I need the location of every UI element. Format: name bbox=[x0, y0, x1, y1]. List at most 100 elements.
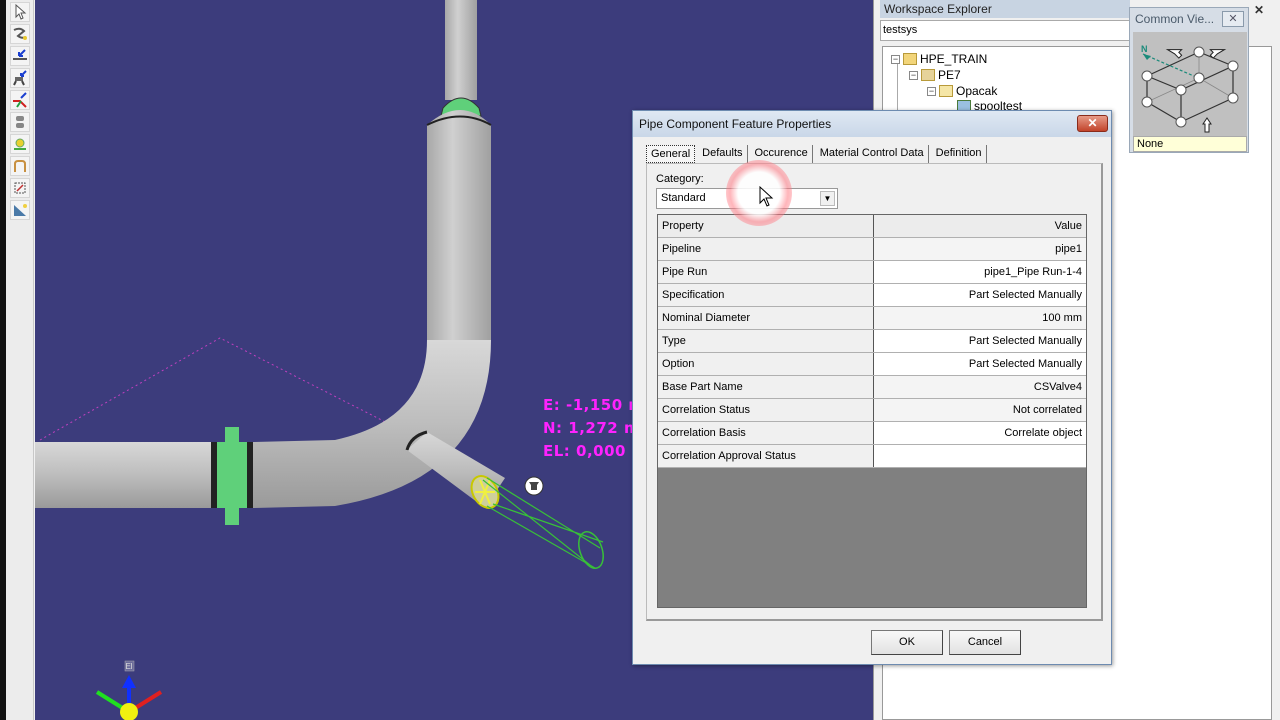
tree-item-label: HPE_TRAIN bbox=[920, 52, 988, 66]
system-icon bbox=[921, 69, 935, 81]
dialog-tabs: General Defaults Occurence Material Cont… bbox=[646, 145, 990, 163]
category-select[interactable]: Standard ▼ bbox=[656, 188, 838, 209]
column-header-property[interactable]: Property bbox=[658, 215, 874, 237]
vertical-toolbar bbox=[6, 0, 34, 720]
insert-instrument-icon bbox=[14, 138, 26, 150]
spool-icon bbox=[14, 160, 26, 172]
route-pipe-tool-button[interactable] bbox=[10, 24, 30, 44]
category-value: Standard bbox=[661, 192, 706, 204]
insert-branch-tool-button[interactable] bbox=[10, 90, 30, 110]
table-row[interactable]: Correlation Approval Status bbox=[658, 445, 1086, 468]
property-value[interactable]: Part Selected Manually bbox=[874, 353, 1086, 375]
property-value[interactable]: Part Selected Manually bbox=[874, 330, 1086, 352]
table-row[interactable]: Nominal Diameter 100 mm bbox=[658, 307, 1086, 330]
folder-icon bbox=[903, 53, 917, 65]
ok-button[interactable]: OK bbox=[871, 630, 943, 655]
slope-icon bbox=[14, 204, 27, 216]
tab-occurence[interactable]: Occurence bbox=[751, 145, 813, 163]
folder-icon bbox=[939, 85, 953, 97]
insert-support-tool-button[interactable] bbox=[10, 112, 30, 132]
axis-label: El bbox=[125, 662, 132, 671]
table-row[interactable]: Pipeline pipe1 bbox=[658, 238, 1086, 261]
tree-item-hpe-train[interactable]: − HPE_TRAIN bbox=[891, 52, 987, 66]
common-views-close-button[interactable]: ✕ bbox=[1222, 11, 1244, 27]
common-views-status: None bbox=[1133, 136, 1247, 152]
coord-easting: E: -1,150 m bbox=[543, 396, 645, 414]
property-name: Correlation Basis bbox=[658, 422, 874, 444]
property-value[interactable] bbox=[874, 445, 1086, 467]
common-views-title: Common Vie... bbox=[1135, 12, 1215, 26]
insert-support-icon bbox=[16, 116, 24, 128]
collapse-toggle-icon[interactable]: − bbox=[927, 86, 936, 96]
component-preview-cone bbox=[482, 477, 604, 569]
property-name: Type bbox=[658, 330, 874, 352]
view-cube[interactable]: N bbox=[1133, 32, 1247, 138]
split-tool-button[interactable] bbox=[10, 178, 30, 198]
slope-tool-button[interactable] bbox=[10, 200, 30, 220]
dialog-titlebar[interactable]: Pipe Component Feature Properties ✕ bbox=[633, 111, 1111, 137]
tree-item-pe7[interactable]: − PE7 bbox=[909, 68, 961, 82]
table-row[interactable]: Option Part Selected Manually bbox=[658, 353, 1086, 376]
insert-instrument-tool-button[interactable] bbox=[10, 134, 30, 154]
insert-component-tool-button[interactable] bbox=[10, 46, 30, 66]
tab-general[interactable]: General bbox=[646, 145, 696, 163]
chevron-down-icon[interactable]: ▼ bbox=[820, 191, 835, 206]
select-tool-button[interactable] bbox=[10, 2, 30, 22]
category-label: Category: bbox=[656, 173, 704, 185]
cancel-button[interactable]: Cancel bbox=[949, 630, 1021, 655]
common-views-panel: Common Vie... ✕ N None bbox=[1129, 7, 1249, 153]
workspace-explorer-title: Workspace Explorer bbox=[880, 0, 1130, 18]
dialog-close-button[interactable]: ✕ bbox=[1077, 115, 1108, 132]
collapse-toggle-icon[interactable]: − bbox=[891, 54, 900, 64]
pipe-component-properties-dialog: Pipe Component Feature Properties ✕ Gene… bbox=[632, 110, 1112, 665]
table-row[interactable]: Correlation Basis Correlate object bbox=[658, 422, 1086, 445]
tab-material-control-data[interactable]: Material Control Data bbox=[816, 145, 929, 163]
insert-component-icon bbox=[13, 49, 27, 60]
table-row[interactable]: Type Part Selected Manually bbox=[658, 330, 1086, 353]
column-header-value[interactable]: Value bbox=[874, 215, 1086, 237]
property-value[interactable]: Part Selected Manually bbox=[874, 284, 1086, 306]
pipe-vertical bbox=[427, 110, 491, 340]
property-value[interactable]: Correlate object bbox=[874, 422, 1086, 444]
insert-branch-icon bbox=[13, 92, 27, 108]
view-cube-icon: N bbox=[1141, 44, 1239, 133]
property-value[interactable]: CSValve4 bbox=[874, 376, 1086, 398]
property-value[interactable]: pipe1 bbox=[874, 238, 1086, 260]
table-header-row: Property Value bbox=[658, 215, 1086, 238]
table-row[interactable]: Pipe Run pipe1_Pipe Run-1-4 bbox=[658, 261, 1086, 284]
tree-item-label: PE7 bbox=[938, 68, 961, 82]
route-pipe-icon bbox=[13, 27, 27, 40]
arrow-pointer-icon bbox=[15, 4, 27, 20]
table-row[interactable]: Base Part Name CSValve4 bbox=[658, 376, 1086, 399]
tree-item-label: Opacak bbox=[956, 84, 998, 98]
property-value[interactable]: 100 mm bbox=[874, 307, 1086, 329]
insert-tap-tool-button[interactable] bbox=[10, 68, 30, 88]
table-row[interactable]: Correlation Status Not correlated bbox=[658, 399, 1086, 422]
property-value[interactable]: Not correlated bbox=[874, 399, 1086, 421]
spool-tool-button[interactable] bbox=[10, 156, 30, 176]
workspace-close-button[interactable]: ✕ bbox=[1252, 3, 1266, 17]
insert-tap-icon bbox=[13, 70, 27, 86]
property-name: Specification bbox=[658, 284, 874, 306]
general-tab-page: Category: Standard ▼ Property Value Pipe… bbox=[646, 163, 1103, 621]
property-name: Base Part Name bbox=[658, 376, 874, 398]
tab-defaults[interactable]: Defaults bbox=[698, 145, 748, 163]
property-name: Correlation Status bbox=[658, 399, 874, 421]
property-name: Pipe Run bbox=[658, 261, 874, 283]
tab-definition[interactable]: Definition bbox=[932, 145, 987, 163]
properties-table: Property Value Pipeline pipe1 Pipe Run p… bbox=[657, 214, 1087, 608]
property-name: Pipeline bbox=[658, 238, 874, 260]
property-value[interactable]: pipe1_Pipe Run-1-4 bbox=[874, 261, 1086, 283]
collapse-toggle-icon[interactable]: − bbox=[909, 70, 918, 80]
split-icon bbox=[14, 182, 26, 194]
property-name: Nominal Diameter bbox=[658, 307, 874, 329]
tree-item-opacak[interactable]: − Opacak bbox=[927, 84, 997, 98]
dialog-title: Pipe Component Feature Properties bbox=[639, 117, 832, 131]
coord-northing: N: 1,272 m bbox=[543, 419, 641, 437]
property-name: Option bbox=[658, 353, 874, 375]
property-name: Correlation Approval Status bbox=[658, 445, 874, 467]
close-icon: ✕ bbox=[1087, 116, 1098, 130]
svg-text:N: N bbox=[1141, 44, 1148, 54]
pipe-vertical-upper bbox=[445, 0, 477, 100]
table-row[interactable]: Specification Part Selected Manually bbox=[658, 284, 1086, 307]
